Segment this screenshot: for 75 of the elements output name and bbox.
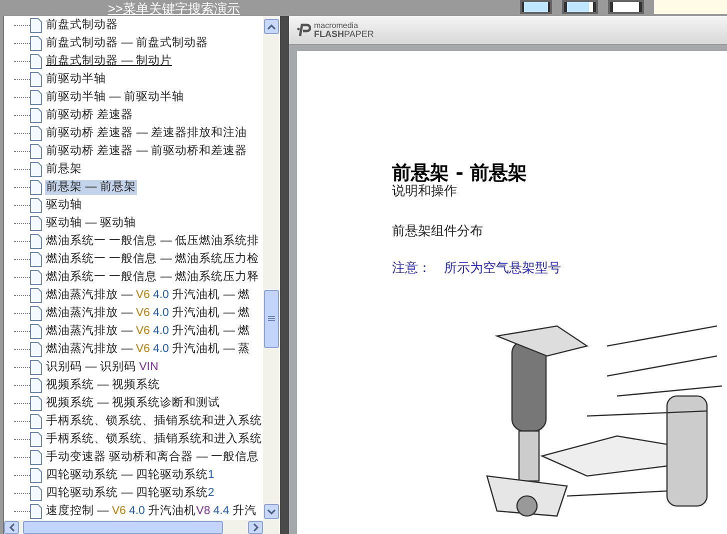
document-icon <box>30 414 42 428</box>
scroll-thumb[interactable] <box>264 290 279 348</box>
document-icon <box>30 36 42 50</box>
tree-item[interactable]: 手动变速器 驱动桥和离合器 — 一般信息 <box>45 450 260 464</box>
single-page-button[interactable] <box>520 0 552 14</box>
scroll-up-button[interactable] <box>264 19 279 34</box>
tree-item[interactable]: 前悬架 <box>45 162 83 176</box>
two-page-button[interactable] <box>562 0 598 14</box>
tree-item[interactable]: 前驱动半轴 <box>45 72 107 86</box>
tree-item[interactable]: 前驱动桥 差速器 — 前驱动桥和差速器 <box>45 144 248 158</box>
tree-item[interactable]: 燃油系统一 一般信息 — 低压燃油系统排 <box>45 234 260 248</box>
brand-text: macromedia <box>314 22 360 30</box>
scroll-thumb[interactable] <box>23 520 223 534</box>
document-icon <box>30 342 42 356</box>
tree-item[interactable]: 燃油系统一 一般信息 — 燃油系统压力检 <box>45 252 260 266</box>
page-button[interactable] <box>608 0 644 14</box>
brand-text: FLASH <box>314 29 344 39</box>
tree-item[interactable]: 燃油蒸汽排放 — V6 4.0 升汽油机 — 燃 <box>45 306 252 320</box>
tree-item[interactable]: 视频系统 — 视频系统诊断和测试 <box>45 396 221 410</box>
section-heading: 前悬架组件分布 <box>392 223 483 239</box>
document-title: 前悬架 - 前悬架 <box>392 163 528 183</box>
tree-item[interactable]: 视频系统 — 视频系统 <box>45 378 161 392</box>
document-icon <box>30 144 42 158</box>
document-subtitle: 说明和操作 <box>392 183 457 199</box>
tree-item[interactable]: 前驱动桥 差速器 <box>45 108 134 122</box>
tree-item[interactable]: 驱动轴 <box>45 198 83 212</box>
flashpaper-logo-icon <box>297 23 311 37</box>
tree-item[interactable]: 前悬架 — 前悬架 <box>45 180 137 194</box>
tree-item[interactable]: 燃油蒸汽排放 — V6 4.0 升汽油机 — 蒸 <box>45 342 252 356</box>
tree-item[interactable]: 前盘式制动器 — 前盘式制动器 <box>45 36 209 50</box>
document-icon <box>30 450 42 464</box>
document-icon <box>30 54 42 68</box>
tree-item[interactable]: 前驱动桥 差速器 — 差速器排放和注油 <box>45 126 248 140</box>
tree-item[interactable]: 燃油系统一 一般信息 — 燃油系统压力释 <box>45 270 260 284</box>
document-icon <box>30 432 42 446</box>
tree-item[interactable]: 四轮驱动系统 — 四轮驱动系统1 <box>45 468 216 482</box>
document-icon <box>30 324 42 338</box>
document-icon <box>30 216 42 230</box>
document-icon <box>30 270 42 284</box>
document-icon <box>30 252 42 266</box>
document-icon <box>30 288 42 302</box>
tree-item[interactable]: 手柄系统、锁系统、插销系统和进入系统 <box>45 432 263 446</box>
vertical-scrollbar[interactable] <box>263 16 280 520</box>
note-text: 注意： 所示为空气悬架型号 <box>392 260 561 276</box>
document-icon <box>30 468 42 482</box>
tree-item[interactable]: 前驱动半轴 — 前驱动半轴 <box>45 90 185 104</box>
tree-item[interactable]: 燃油蒸汽排放 — V6 4.0 升汽油机 — 燃 <box>45 288 252 302</box>
document-icon <box>30 126 42 140</box>
tree-item[interactable]: 四轮驱动系统 — 四轮驱动系统2 <box>45 486 216 500</box>
document-icon <box>30 234 42 248</box>
horizontal-scrollbar[interactable] <box>4 520 280 534</box>
grip-icon <box>268 316 275 322</box>
tree-item[interactable]: 手柄系统、锁系统、插销系统和进入系统 <box>45 414 263 428</box>
tree-item[interactable]: 驱动轴 — 驱动轴 <box>45 216 137 230</box>
document-icon <box>30 180 42 194</box>
document-icon <box>30 486 42 500</box>
tree-item[interactable]: 速度控制 — V6 4.0 升汽油机V8 4.4 升汽 <box>45 504 258 518</box>
brand-text: PAPER <box>344 29 374 39</box>
document-icon <box>30 198 42 212</box>
tree-item[interactable]: 燃油蒸汽排放 — V6 4.0 升汽油机 — 燃 <box>45 324 252 338</box>
tree-item[interactable]: 识别码 — 识别码 VIN <box>45 360 160 374</box>
document-icon <box>30 378 42 392</box>
document-icon <box>30 162 42 176</box>
scroll-right-button[interactable] <box>248 520 263 534</box>
scroll-down-button[interactable] <box>264 504 279 519</box>
document-icon <box>30 72 42 86</box>
document-icon <box>30 360 42 374</box>
document-icon <box>30 396 42 410</box>
scroll-left-button[interactable] <box>4 520 19 534</box>
document-icon <box>30 90 42 104</box>
document-icon <box>30 108 42 122</box>
document-icon <box>30 504 42 518</box>
document-icon <box>30 306 42 320</box>
tree-item[interactable]: 前盘式制动器 <box>45 18 119 32</box>
tree-item[interactable]: 前盘式制动器 — 制动片 <box>45 54 173 68</box>
